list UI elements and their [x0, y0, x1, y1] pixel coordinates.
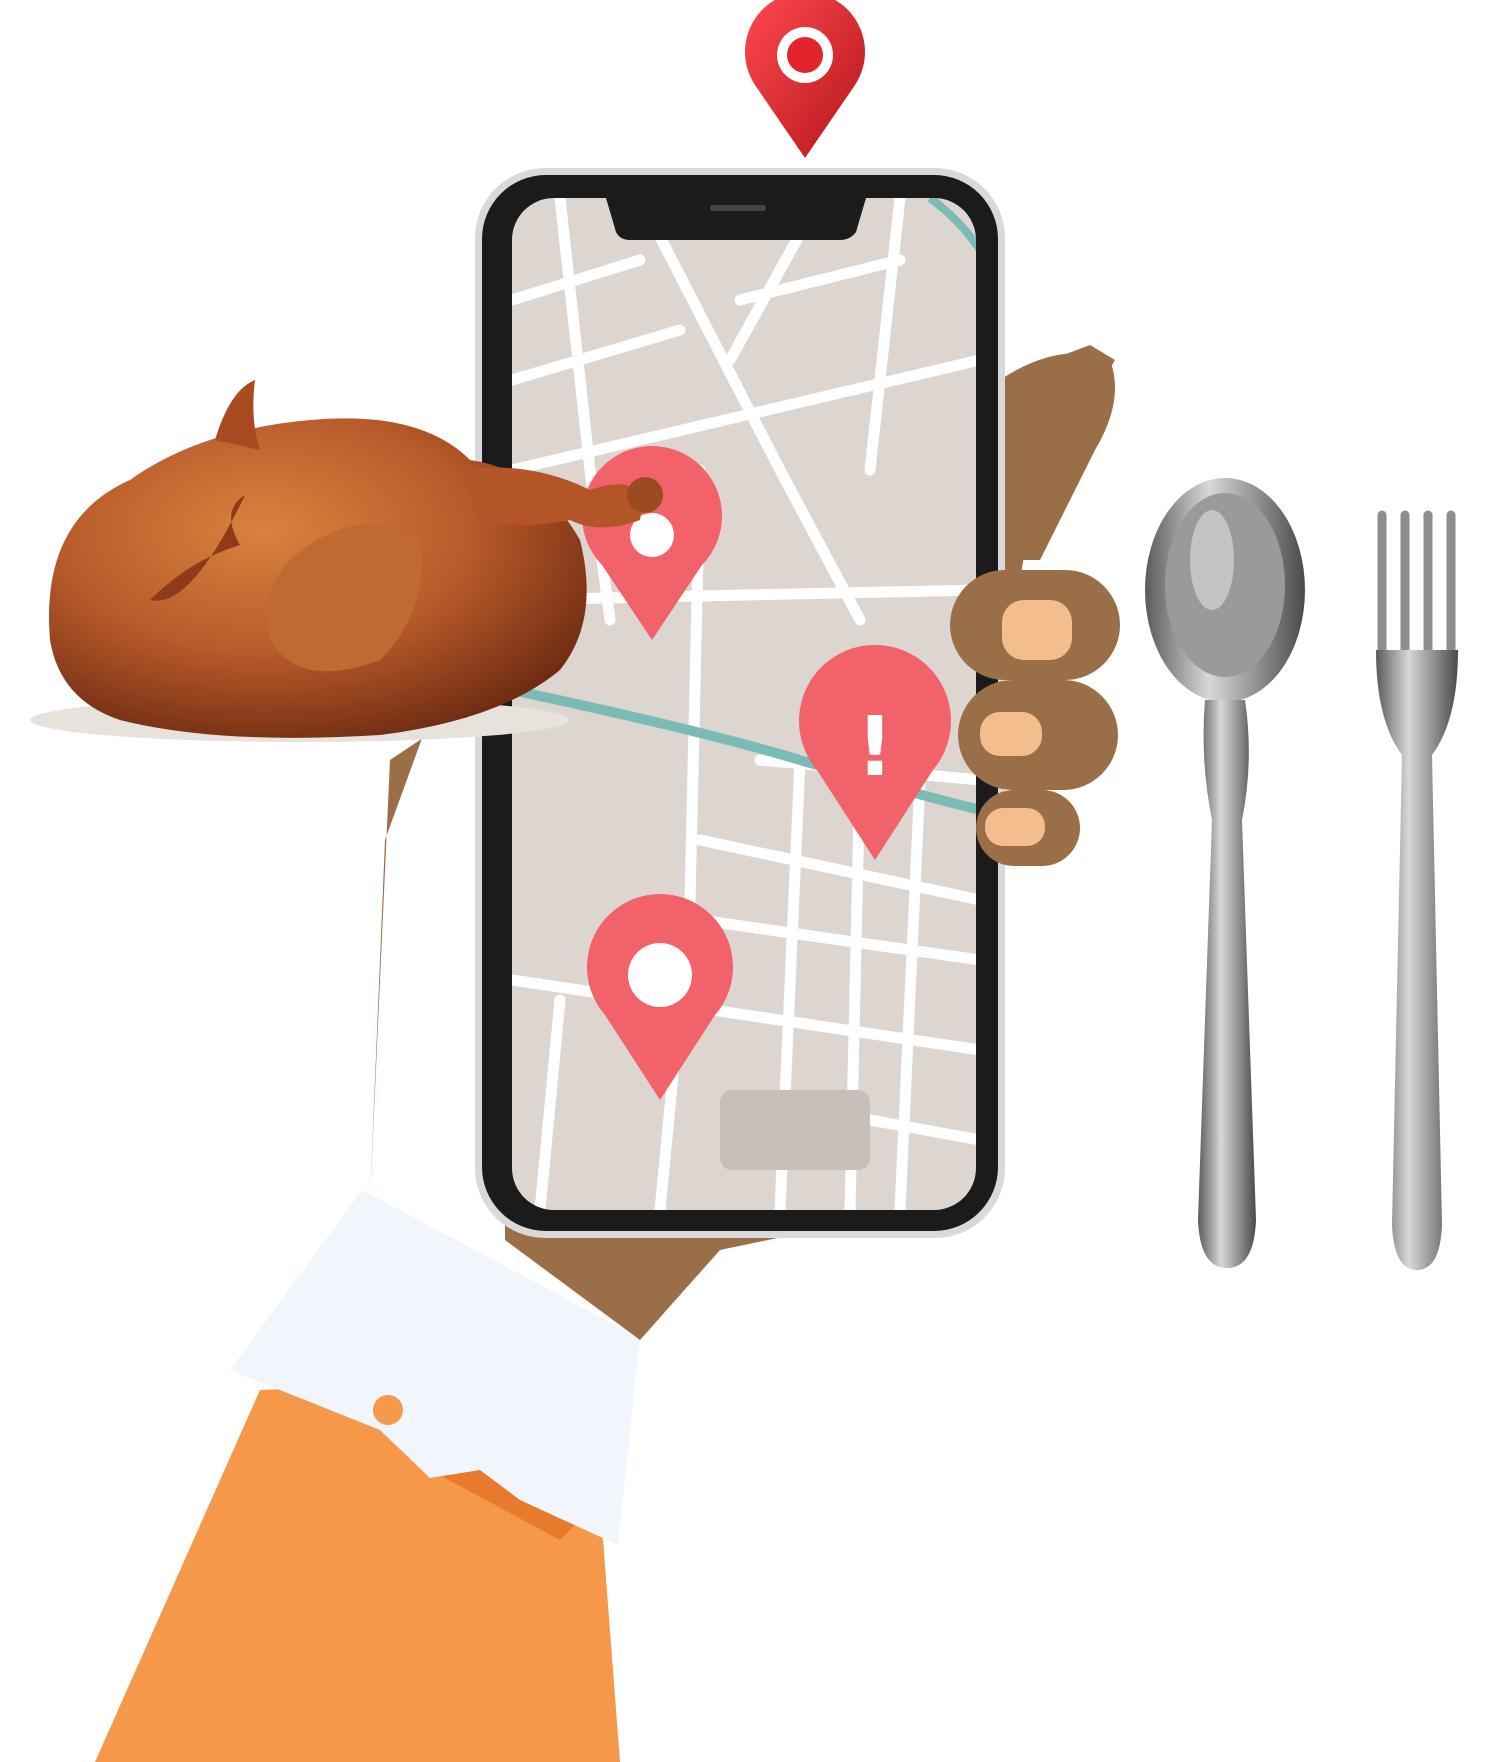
location-pin-icon — [628, 943, 692, 1007]
food-delivery-illustration: ! — [30, 0, 1458, 1762]
phone-notch — [606, 198, 866, 240]
alert-pin-icon: ! — [856, 700, 893, 795]
top-location-pin — [745, 0, 865, 158]
spoon-icon — [1145, 478, 1305, 1268]
fork-icon — [1376, 510, 1458, 1270]
cuff-button — [373, 1395, 403, 1425]
phone-speaker — [710, 205, 766, 211]
